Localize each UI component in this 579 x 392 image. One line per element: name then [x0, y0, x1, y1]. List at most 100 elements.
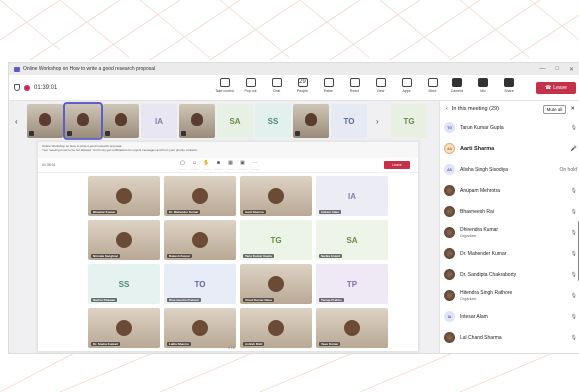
avatar [268, 188, 284, 204]
initials: IA [155, 116, 163, 126]
participant-row[interactable]: AS Alisha Singh Sisodiya On hold [444, 159, 577, 180]
tile-name: Indram Alam [319, 210, 342, 214]
chat-label: Chat [272, 89, 281, 93]
more-button[interactable]: More [422, 78, 443, 93]
meeting-toolbar: 01:39:01 Take control Pop out Chat 29 Peo… [9, 75, 579, 101]
participant-thumbnail[interactable]: IA [141, 104, 177, 138]
participant-name: Intesar Alam [460, 313, 488, 320]
close-icon[interactable]: ✕ [570, 106, 575, 112]
camera-button[interactable]: Camera [447, 78, 467, 93]
tile-name: Vasu Kumar [319, 342, 341, 346]
avatar [191, 112, 203, 126]
panel-title: In this meeting (29) [451, 106, 499, 112]
view-button[interactable]: View [370, 78, 391, 93]
shared-people-icon: ☺ [190, 160, 199, 170]
participant-thumbnail[interactable]: SA [217, 104, 253, 138]
initials: SS [118, 279, 130, 289]
video-tile: Dr. Mahender Kumar [164, 176, 236, 216]
participant-name: Alisha Singh Sisodiya [460, 166, 509, 173]
participant-avatar: AS [444, 164, 455, 175]
participant-strip: IA SA SS TO [27, 102, 367, 140]
tile-name: Sarika Anand [319, 254, 343, 258]
video-tile: Vinod Kumar Rana [240, 264, 312, 304]
participant-list: TG Tarun Kumar Gupta 🎙 AS Aarti Sharma 🎤 AS A… [440, 117, 579, 348]
tile-name: Aarti Sharma [243, 210, 266, 214]
participant-row[interactable]: Dhirendra Kumar Organizer 🎙 [444, 222, 577, 243]
minimize-button[interactable]: — [539, 66, 545, 73]
page-indicator: 1 / 2 [228, 346, 235, 350]
smiley-icon [349, 78, 360, 87]
shared-timer: 01:39:01 [42, 163, 56, 167]
shared-view-icon: ▦ [226, 160, 235, 170]
panel-header: ‹ In this meeting (29) Mute all ✕ [440, 101, 579, 117]
participant-thumbnail[interactable] [63, 102, 103, 140]
participant-avatar [444, 206, 455, 217]
participant-row[interactable]: TG Tarun Kumar Gupta 🎙 [444, 117, 577, 138]
view-label: View [376, 89, 385, 93]
people-button[interactable]: 29 People [292, 78, 313, 93]
participant-thumbnail[interactable]: TG [391, 104, 427, 138]
leave-button[interactable]: ☎ Leave [536, 82, 576, 94]
participant-row[interactable]: Dr. Mahender Kumar 🎙 [444, 243, 577, 264]
chevron-right-icon[interactable]: › [376, 117, 379, 126]
shared-raise-icon: ✋ [202, 160, 211, 170]
participant-grid: Bhaskar Kumar Dr. Mahender Kumar Aarti S… [88, 176, 418, 348]
initials: IA [348, 191, 356, 201]
video-tile: Bhaskar Kumar [88, 176, 160, 216]
participant-thumbnail[interactable] [103, 104, 139, 138]
participant-name: Dr. Mahender Kumar [460, 250, 507, 257]
tile-name: Nirmala Sanghavi [91, 254, 121, 258]
participant-row[interactable]: AS Aarti Sharma 🎤 [444, 138, 577, 159]
avatar [344, 320, 360, 336]
participant-thumbnail[interactable] [179, 104, 215, 138]
participant-row[interactable]: Hitendra Singh Rathore Organizer 🎙 [444, 285, 577, 306]
participant-name: Dr. Sandipta Chakraborty [460, 271, 517, 278]
avatar [116, 188, 132, 204]
mute-all-button[interactable]: Mute all [542, 104, 567, 114]
participant-row[interactable]: IA Intesar Alam 🎙 [444, 306, 577, 327]
participant-name: Aarti Sharma [460, 145, 495, 152]
shared-more-icon: ⋯ [250, 160, 259, 170]
react-button[interactable]: React [344, 78, 365, 93]
tile-name: Tanu Kumar Gupta [243, 254, 274, 258]
video-tile: IA Indram Alam [316, 176, 388, 216]
take-control-button[interactable]: Take control [214, 78, 235, 93]
video-tile: Ashish Dixit [240, 308, 312, 348]
mic-icon: 🎙 [570, 271, 577, 278]
participant-row[interactable]: Dr. Sandipta Chakraborty 🎙 [444, 264, 577, 285]
participant-avatar [444, 185, 455, 196]
chat-button[interactable]: Chat [266, 78, 287, 93]
leave-label: Leave [553, 85, 567, 91]
chat-icon [271, 78, 282, 87]
share-icon [504, 78, 514, 87]
avatar [192, 320, 208, 336]
mic-icon [67, 131, 72, 136]
take-control-label: Take control [215, 89, 234, 93]
participant-thumbnail[interactable] [293, 104, 329, 138]
chevron-left-icon[interactable]: ‹ [446, 106, 448, 112]
participant-thumbnail[interactable] [27, 104, 63, 138]
mic-button[interactable]: Mic [473, 78, 493, 93]
maximize-button[interactable]: □ [555, 66, 559, 73]
participant-thumbnail[interactable]: TO [331, 104, 367, 138]
tile-name: Rakesh Kumar [167, 254, 193, 258]
raise-label: Raise [324, 89, 333, 93]
participant-avatar [444, 248, 455, 259]
participant-name: Lal Chand Sharma [460, 334, 502, 341]
raise-hand-button[interactable]: Raise [318, 78, 339, 93]
participant-thumbnail[interactable]: SS [255, 104, 291, 138]
mic-off-icon [478, 78, 488, 87]
mic-icon: 🎙 [570, 292, 577, 299]
apps-button[interactable]: Apps [396, 78, 417, 93]
share-button[interactable]: Share [499, 78, 519, 93]
chevron-left-icon[interactable]: ‹ [15, 117, 18, 126]
participants-panel: ‹ In this meeting (29) Mute all ✕ TG Taru… [439, 101, 579, 353]
shared-chat-icon: ▢ [178, 160, 187, 170]
initials: TP [346, 279, 358, 289]
video-tile: Aarti Sharma [240, 176, 312, 216]
participant-row[interactable]: Lal Chand Sharma 🎙 [444, 327, 577, 348]
pop-out-button[interactable]: Pop out [240, 78, 261, 93]
close-window-button[interactable]: ✕ [569, 66, 574, 73]
participant-row[interactable]: Bhavneesh Rai 🎙 [444, 201, 577, 222]
participant-row[interactable]: Anupam Mehrotra 🎙 [444, 180, 577, 201]
